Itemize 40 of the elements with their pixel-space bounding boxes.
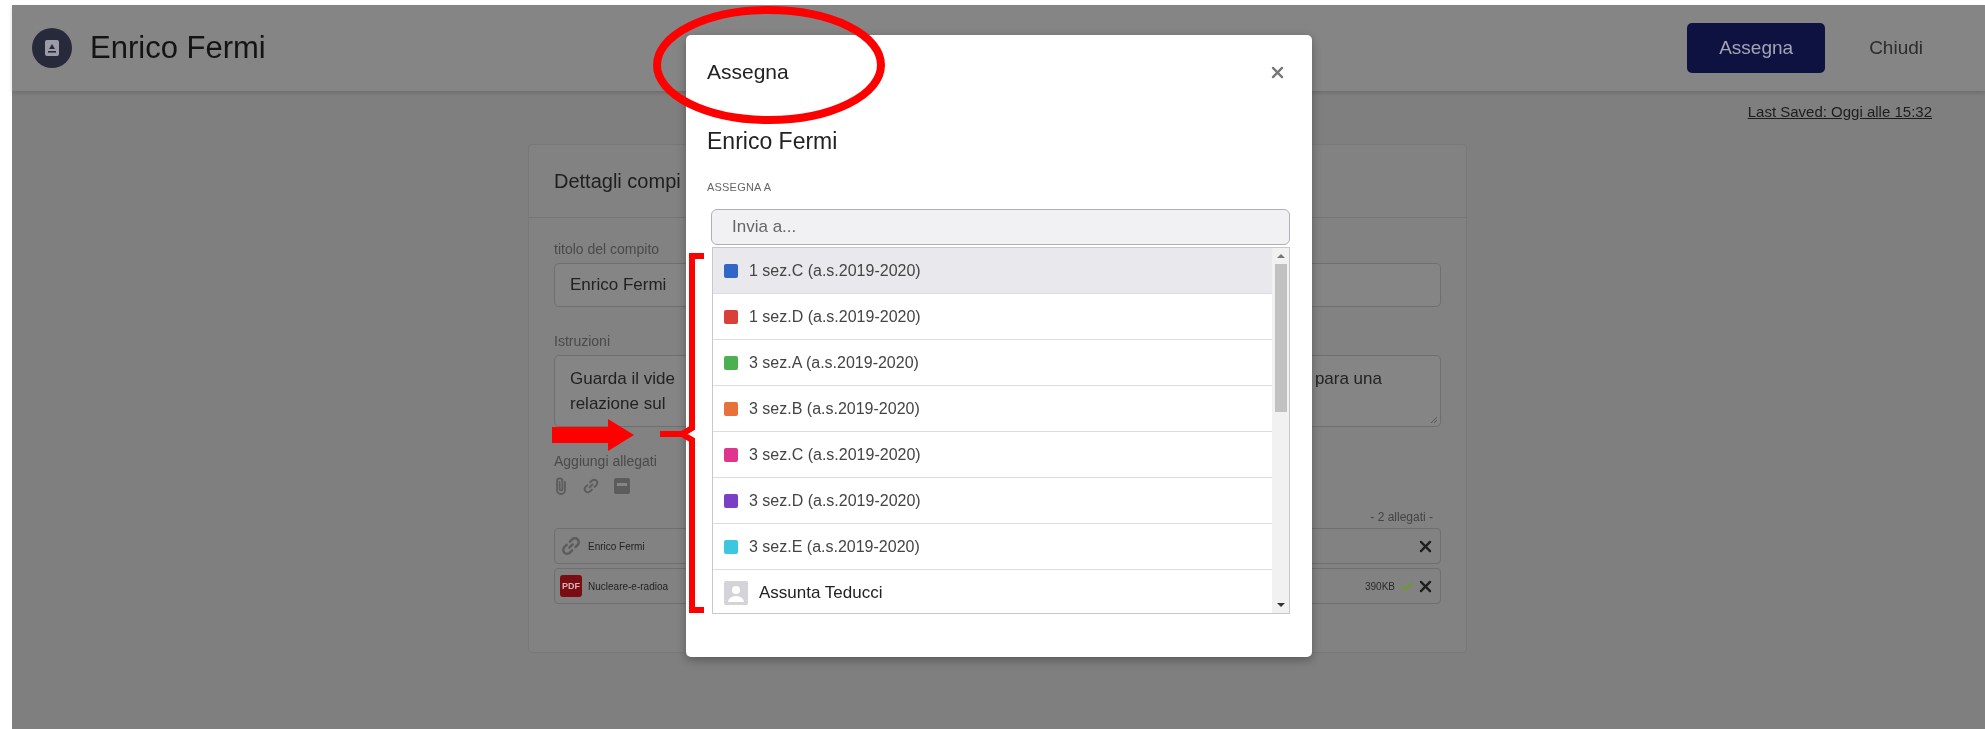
file-size: 390KB xyxy=(1364,580,1395,592)
option-label: 3 sez.A (a.s.2019-2020) xyxy=(749,353,919,372)
link-icon xyxy=(560,535,582,557)
option-label: 3 sez.D (a.s.2019-2020) xyxy=(749,491,921,510)
close-button[interactable]: Chiudi xyxy=(1837,23,1955,73)
assign-button[interactable]: Assegna xyxy=(1687,23,1826,73)
field-label: ASSEGNA A xyxy=(707,181,773,193)
field-label: titolo del compito xyxy=(554,241,660,257)
field-label: Aggiungi allegati xyxy=(554,453,657,469)
assignment-name: Enrico Fermi xyxy=(707,128,839,155)
scrollbar[interactable] xyxy=(1272,248,1289,613)
recipient-option[interactable]: 1 sez.C (a.s.2019-2020) xyxy=(713,248,1272,294)
option-label: Assunta Teducci xyxy=(759,582,883,603)
attachment-count: - 2 allegati - xyxy=(1370,510,1433,524)
remove-icon[interactable] xyxy=(1419,539,1432,553)
link-icon xyxy=(582,477,600,495)
option-label: 1 sez.D (a.s.2019-2020) xyxy=(749,307,921,326)
option-label: 3 sez.B (a.s.2019-2020) xyxy=(749,399,920,418)
option-label: 3 sez.C (a.s.2019-2020) xyxy=(749,445,921,464)
paperclip-icon[interactable] xyxy=(554,476,568,496)
attachment-name: Nucleare-e-radioa xyxy=(588,580,669,592)
recipient-search-field[interactable]: Invia a... xyxy=(711,209,1290,245)
field-label: Istruzioni xyxy=(554,333,611,349)
option-label: 1 sez.C (a.s.2019-2020) xyxy=(749,261,921,280)
last-saved-link[interactable]: Last Saved: Oggi alle 15:32 xyxy=(1747,103,1932,127)
instructions-text: para una xyxy=(1314,368,1382,390)
instructions-text: relazione sul xyxy=(570,393,667,415)
attachment-name: Enrico Fermi xyxy=(588,540,645,552)
remove-icon[interactable] xyxy=(1419,579,1432,593)
page-title: Enrico Fermi xyxy=(90,30,267,66)
archive-icon[interactable] xyxy=(614,478,630,494)
resize-grip-icon[interactable] xyxy=(1429,415,1438,424)
avatar-icon xyxy=(724,580,748,605)
card-title: Dettagli compi xyxy=(554,169,681,193)
dialog-title: Assegna xyxy=(707,60,789,84)
pdf-icon: PDF xyxy=(560,575,582,597)
option-label: 3 sez.E (a.s.2019-2020) xyxy=(749,537,920,556)
instructions-text: Guarda il vide xyxy=(570,368,675,390)
close-icon[interactable] xyxy=(1271,65,1284,79)
document-icon xyxy=(32,28,72,68)
